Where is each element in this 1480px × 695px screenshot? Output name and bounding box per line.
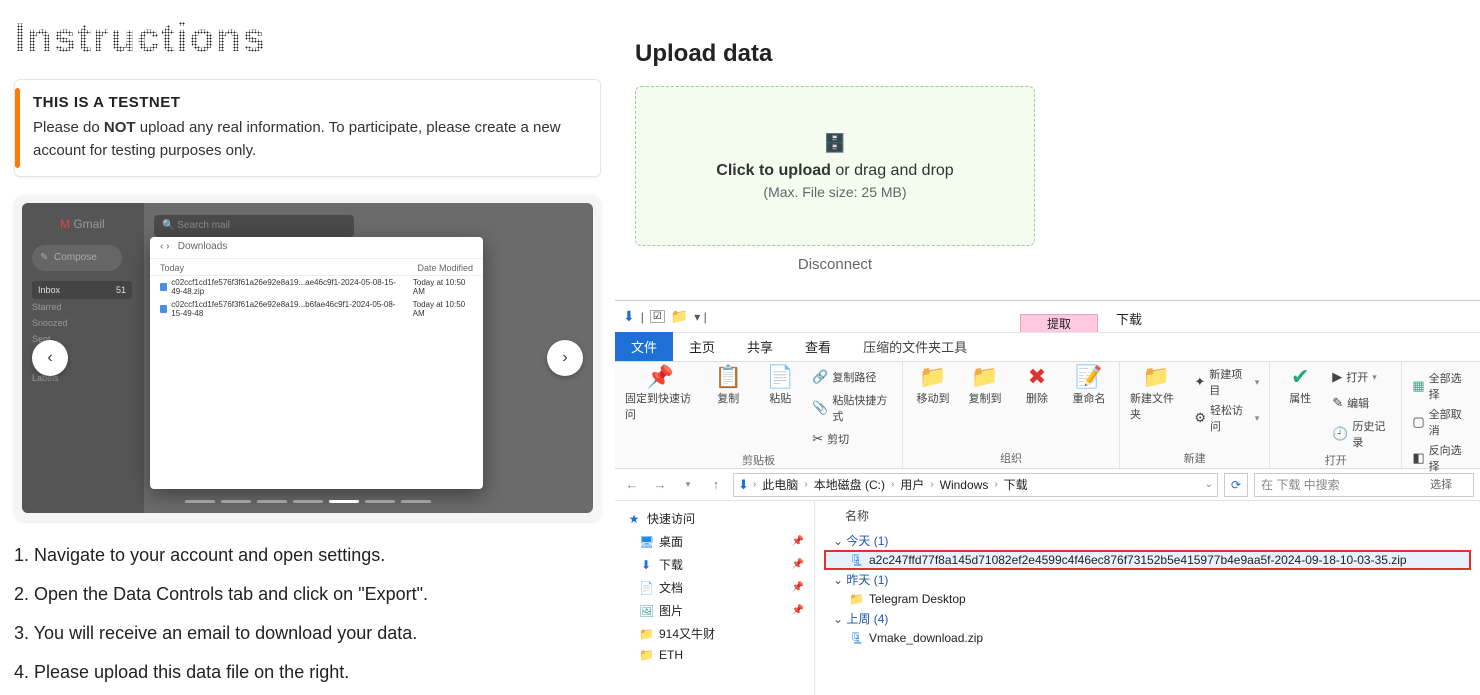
tree-folder-914[interactable]: 📁914又牛财 xyxy=(615,622,814,645)
step-1: 1. Navigate to your account and open set… xyxy=(14,545,601,566)
testnet-notice: THIS IS A TESTNET Please do NOT upload a… xyxy=(14,79,601,177)
nav-tree: ★快速访问 🖥桌面📌 ⬇下载📌 📄文档📌 🖼图片📌 📁914又牛财 📁ETH xyxy=(615,501,815,695)
database-icon: 🗄️ xyxy=(824,133,846,154)
tree-documents[interactable]: 📄文档📌 xyxy=(615,576,814,599)
ribbon-easyaccess[interactable]: ⚙轻松访问▾ xyxy=(1194,402,1259,434)
page-title: Instructions xyxy=(14,16,601,61)
step-3: 3. You will receive an email to download… xyxy=(14,623,601,644)
ribbon-cut[interactable]: ✂剪切 xyxy=(812,428,849,450)
tab-home[interactable]: 主页 xyxy=(673,332,731,361)
crumb-users[interactable]: 用户 xyxy=(896,476,928,493)
ribbon-selectall[interactable]: ▦全部选择 xyxy=(1412,370,1470,402)
ribbon-history[interactable]: 🕘历史记录 xyxy=(1332,418,1391,450)
gmail-search: 🔍 Search mail xyxy=(154,215,354,237)
ribbon-copyto[interactable]: 📁复制到 xyxy=(965,366,1005,406)
crumb-thispc[interactable]: 此电脑 xyxy=(758,476,802,493)
file-vmake-zip[interactable]: 🗜Vmake_download.zip xyxy=(825,629,1470,647)
ribbon-copy[interactable]: 📋复制 xyxy=(708,366,748,406)
carousel-prev-button[interactable]: ‹ xyxy=(32,340,68,376)
extract-context-tab[interactable]: 提取 xyxy=(1020,314,1098,332)
screenshot-image: M Gmail 🔍 Search mail Compose Inbox51 St… xyxy=(22,203,593,513)
ribbon-copypath[interactable]: 🔗复制路径 xyxy=(812,366,876,388)
file-telegram-folder[interactable]: 📁Telegram Desktop xyxy=(825,590,1470,608)
gmail-logo: M Gmail xyxy=(60,217,105,231)
upload-dropzone[interactable]: 🗄️ Click to upload or drag and drop (Max… xyxy=(635,86,1035,246)
ribbon-pasteshortcut[interactable]: 📎粘贴快捷方式 xyxy=(812,392,892,424)
step-4: 4. Please upload this data file on the r… xyxy=(14,662,601,683)
file-list: 名称 今天 (1) 🗜a2c247ffd77f8a145d71082ef2e45… xyxy=(815,501,1480,695)
tree-quickaccess[interactable]: ★快速访问 xyxy=(615,507,814,530)
step-2: 2. Open the Data Controls tab and click … xyxy=(14,584,601,605)
crumb-windows[interactable]: Windows xyxy=(936,478,993,492)
group-yesterday[interactable]: 昨天 (1) xyxy=(825,569,1470,590)
tree-pictures[interactable]: 🖼图片📌 xyxy=(615,599,814,622)
ribbon-edit[interactable]: ✎编辑 xyxy=(1332,392,1369,414)
instructions-steps: 1. Navigate to your account and open set… xyxy=(14,545,601,683)
carousel-next-button[interactable]: › xyxy=(547,340,583,376)
ribbon-paste[interactable]: 📄粘贴 xyxy=(760,366,800,406)
crumb-downloads[interactable]: 下载 xyxy=(1000,476,1032,493)
ribbon-newitem[interactable]: ✦新建项目▾ xyxy=(1194,366,1259,398)
ribbon-selectnone[interactable]: ▢全部取消 xyxy=(1412,406,1470,438)
file-today-zip[interactable]: 🗜a2c247ffd77f8a145d71082ef2e4599c4f46ec8… xyxy=(825,551,1470,569)
group-today[interactable]: 今天 (1) xyxy=(825,530,1470,551)
search-input[interactable]: 在 下载 中搜索 xyxy=(1254,473,1474,497)
ribbon-rename[interactable]: 📝重命名 xyxy=(1069,366,1109,406)
gmail-compose: Compose xyxy=(32,245,122,271)
tab-file[interactable]: 文件 xyxy=(615,332,673,361)
nav-recent-button[interactable]: ▾ xyxy=(677,474,699,496)
window-title: 下载 xyxy=(1098,305,1160,332)
notice-heading: THIS IS A TESTNET xyxy=(33,94,582,111)
address-dropdown[interactable]: ⌄ xyxy=(1205,479,1213,490)
ribbon-properties[interactable]: ✔属性 xyxy=(1280,366,1320,406)
ribbon-pin[interactable]: 📌固定到快速访问 xyxy=(625,366,696,422)
notice-body: Please do NOT upload any real informatio… xyxy=(33,117,582,162)
ribbon-newfolder[interactable]: 📁新建文件夹 xyxy=(1130,366,1182,422)
nav-back-button[interactable]: ← xyxy=(621,474,643,496)
crumb-cdrive[interactable]: 本地磁盘 (C:) xyxy=(810,476,889,493)
upload-limit: (Max. File size: 25 MB) xyxy=(763,184,906,200)
col-name-header[interactable]: 名称 xyxy=(825,505,1470,530)
folder-icon: 📁 xyxy=(671,308,688,325)
finder-window: ‹ › Downloads TodayDate Modified c02ccf1… xyxy=(150,237,483,489)
tab-view[interactable]: 查看 xyxy=(789,332,847,361)
file-explorer-window: ⬇ | ☑ 📁 ▾ | 提取 下载 文件 主页 共享 查看 压缩的文件夹工具 xyxy=(615,300,1480,695)
ribbon-open[interactable]: ▶打开▾ xyxy=(1332,366,1377,388)
upload-title: Upload data xyxy=(635,40,1470,68)
group-lastweek[interactable]: 上周 (4) xyxy=(825,608,1470,629)
refresh-button[interactable]: ⟳ xyxy=(1224,473,1248,497)
tree-desktop[interactable]: 🖥桌面📌 xyxy=(615,530,814,553)
down-arrow-icon[interactable]: ⬇ xyxy=(623,308,635,325)
screenshot-carousel: M Gmail 🔍 Search mail Compose Inbox51 St… xyxy=(14,195,601,521)
tab-compressed-tools[interactable]: 压缩的文件夹工具 xyxy=(847,332,983,361)
down-arrow-icon: ⬇ xyxy=(738,477,749,493)
address-bar[interactable]: ⬇ › 此电脑› 本地磁盘 (C:)› 用户› Windows› 下载 ⌄ xyxy=(733,473,1218,497)
ribbon-moveto[interactable]: 📁移动到 xyxy=(913,366,953,406)
nav-forward-button: → xyxy=(649,474,671,496)
tree-folder-eth[interactable]: 📁ETH xyxy=(615,645,814,665)
disconnect-link[interactable]: Disconnect xyxy=(635,256,1035,273)
ribbon: 📌固定到快速访问 📋复制 📄粘贴 🔗复制路径 📎粘贴快捷方式 ✂剪切 剪贴板 📁 xyxy=(615,361,1480,469)
qat-check-icon[interactable]: ☑ xyxy=(650,310,665,323)
nav-up-button[interactable]: ↑ xyxy=(705,474,727,496)
tab-share[interactable]: 共享 xyxy=(731,332,789,361)
ribbon-invertselect[interactable]: ◧反向选择 xyxy=(1412,442,1470,474)
ribbon-delete[interactable]: ✖删除 xyxy=(1017,366,1057,406)
tree-downloads[interactable]: ⬇下载📌 xyxy=(615,553,814,576)
